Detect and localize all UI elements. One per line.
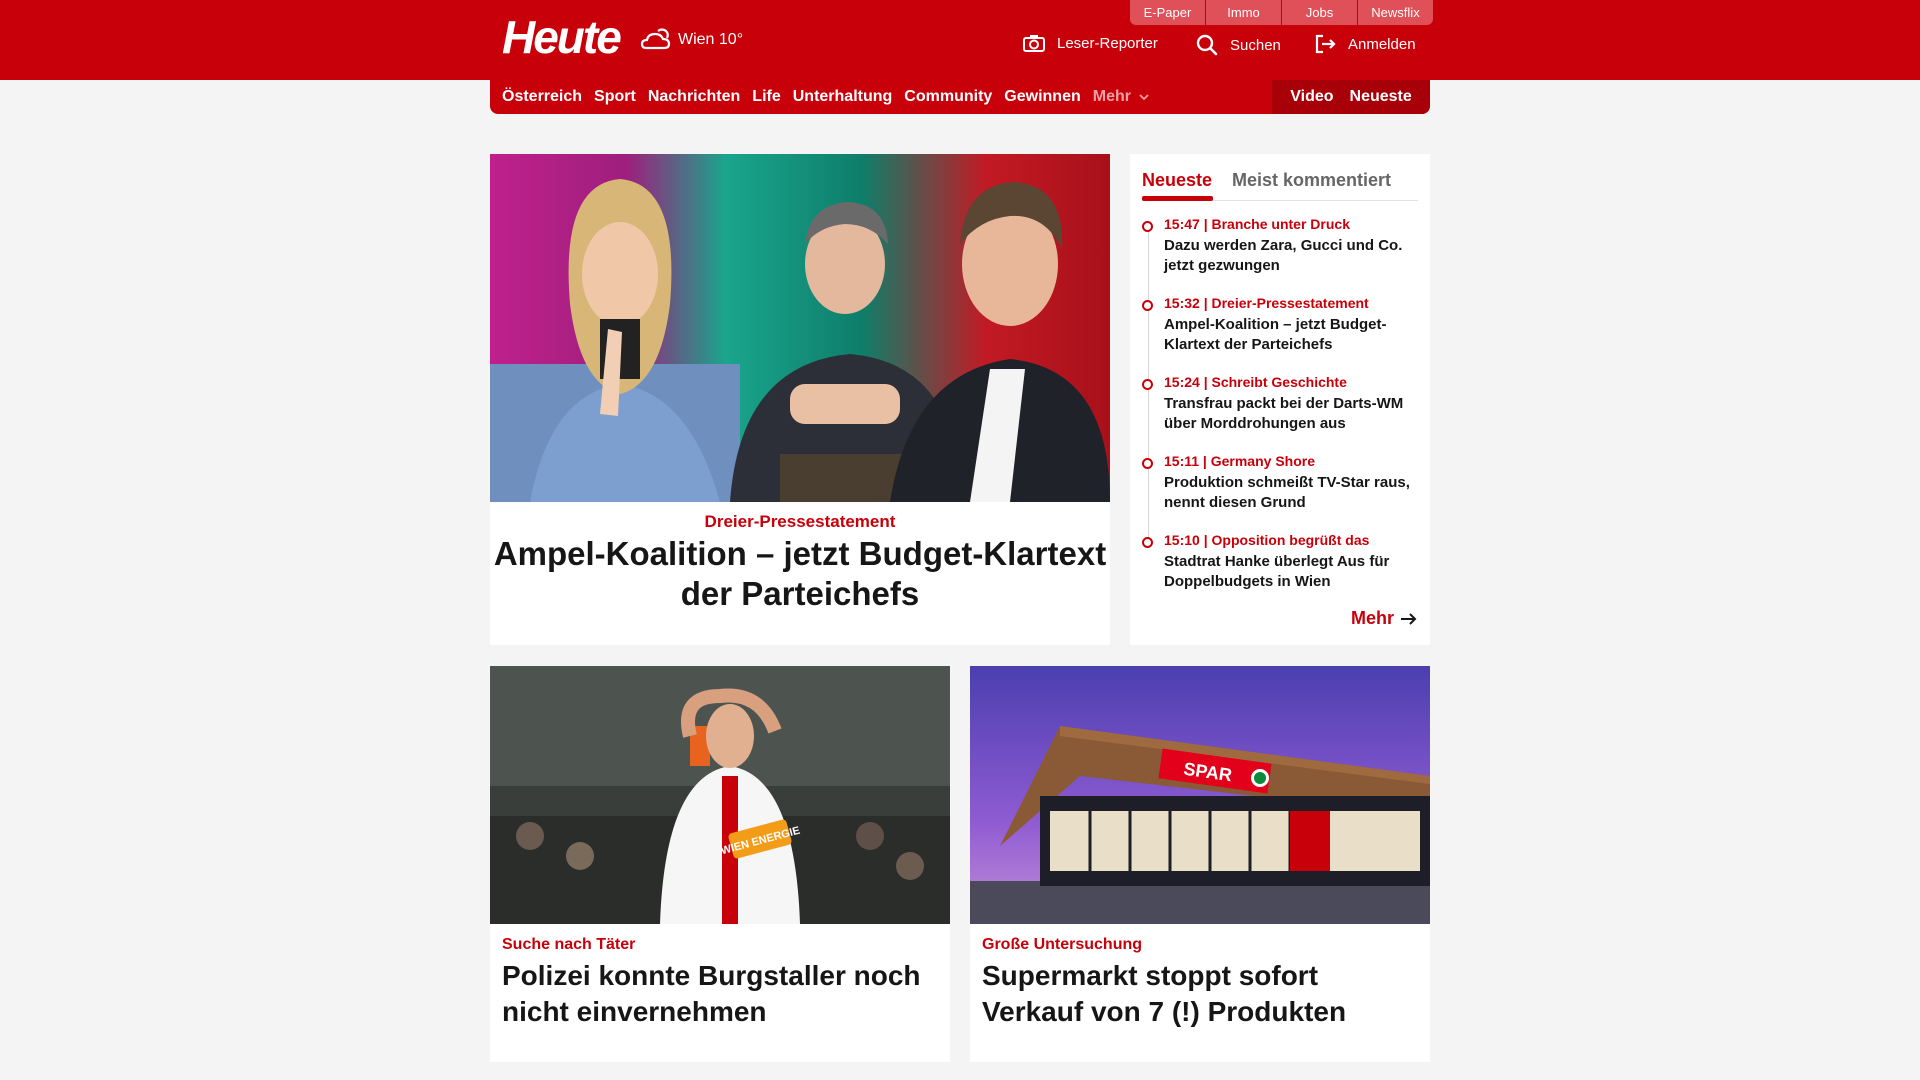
weather-label: Wien 10° [678, 31, 744, 48]
service-bar: E-Paper Immo Jobs Newsflix [1130, 0, 1433, 25]
news-ticker-sidebar: Neueste Meist kommentiert 15:47 | Branch… [1130, 154, 1430, 645]
sidebar-more-label: Mehr [1350, 608, 1394, 628]
nav-item-life[interactable]: Life [752, 88, 780, 106]
article-title[interactable]: Supermarkt stoppt sofort Verkauf von 7 (… [982, 958, 1422, 1030]
ticker-meta: 15:47 | Branche unter Druck [1164, 216, 1350, 232]
ticker-title[interactable]: Produktion schmeißt TV-Star raus, nennt … [1164, 473, 1424, 513]
timeline-dot-icon [1142, 221, 1153, 232]
topbar-link-jobs[interactable]: Jobs [1282, 0, 1357, 25]
active-tab-indicator [1142, 196, 1213, 201]
login-button[interactable]: Anmelden [1314, 34, 1416, 54]
weather-widget[interactable]: Wien 10° [640, 26, 743, 54]
leser-reporter-label: Leser-Reporter [1057, 34, 1158, 52]
hero-image [490, 154, 1110, 502]
hero-kicker: Dreier-Pressestatement [704, 512, 896, 531]
site-logo[interactable]: Heute [502, 12, 622, 62]
nav-item-nachrichten[interactable]: Nachrichten [648, 88, 740, 106]
camera-icon [1023, 35, 1045, 52]
topbar-link-newsflix[interactable]: Newsflix [1358, 0, 1433, 25]
timeline-dot-icon [1142, 300, 1153, 311]
topbar-link-immo[interactable]: Immo [1206, 0, 1281, 25]
leser-reporter-link[interactable]: Leser-Reporter [1023, 34, 1158, 52]
sidebar-more-link[interactable]: Mehr [1351, 608, 1418, 629]
article-title[interactable]: Polizei konnte Burgstaller noch nicht ei… [502, 958, 942, 1030]
login-icon [1315, 34, 1336, 54]
nav-item-unterhaltung[interactable]: Unterhaltung [793, 88, 893, 106]
search-button[interactable]: Suchen [1196, 34, 1281, 56]
nav-item-gewinnen[interactable]: Gewinnen [1004, 88, 1080, 106]
site-header: E-Paper Immo Jobs Newsflix Heute Wien 10… [0, 0, 1920, 80]
nav-right-group: Video Neueste [1272, 80, 1430, 114]
arrow-right-icon [1401, 612, 1417, 625]
chevron-down-icon [1139, 94, 1150, 101]
nav-more-dropdown[interactable]: Mehr [1093, 88, 1150, 106]
tab-meist-kommentiert[interactable]: Meist kommentiert [1232, 170, 1391, 191]
nav-item-oesterreich[interactable]: Österreich [502, 88, 582, 106]
search-icon [1196, 34, 1218, 56]
article-image: SPAR [970, 666, 1430, 924]
nav-more-label: Mehr [1092, 88, 1131, 105]
ticker-meta: 15:24 | Schreibt Geschichte [1164, 374, 1347, 390]
timeline-dot-icon [1142, 537, 1153, 548]
nav-item-community[interactable]: Community [904, 88, 992, 106]
ticker-meta: 15:32 | Dreier-Pressestatement [1164, 295, 1369, 311]
hero-article[interactable]: Dreier-Pressestatement Ampel-Koalition –… [490, 154, 1110, 645]
article-card[interactable]: WIEN ENERGIE Suche nach Täter Polizei ko… [490, 666, 950, 1062]
ticker-title[interactable]: Ampel-Koalition – jetzt Budget-Klartext … [1164, 315, 1424, 355]
tab-neueste[interactable]: Neueste [1142, 170, 1212, 191]
ticker-title[interactable]: Dazu werden Zara, Gucci und Co. jetzt ge… [1164, 236, 1424, 276]
login-label: Anmelden [1348, 35, 1416, 53]
article-card[interactable]: SPAR Große Untersuchung Supermarkt stopp… [970, 666, 1430, 1062]
ticker-meta: 15:10 | Opposition begrüßt das [1164, 532, 1370, 548]
ticker-title[interactable]: Transfrau packt bei der Darts-WM über Mo… [1164, 394, 1424, 434]
ticker-meta: 15:11 | Germany Shore [1164, 453, 1315, 469]
nav-item-neueste[interactable]: Neueste [1350, 88, 1412, 106]
sidebar-tabs: Neueste Meist kommentiert [1142, 162, 1418, 201]
hero-title[interactable]: Ampel-Koalition – jetzt Budget-Klartext … [490, 534, 1110, 614]
nav-item-video[interactable]: Video [1290, 88, 1333, 106]
timeline-dot-icon [1142, 379, 1153, 390]
ticker-title[interactable]: Stadtrat Hanke überlegt Aus für Doppelbu… [1164, 552, 1424, 592]
main-nav: Österreich Sport Nachrichten Life Unterh… [490, 80, 1430, 114]
topbar-link-epaper[interactable]: E-Paper [1130, 0, 1205, 25]
timeline-dot-icon [1142, 458, 1153, 469]
article-kicker: Große Untersuchung [982, 936, 1143, 953]
article-image: WIEN ENERGIE [490, 666, 950, 924]
search-label: Suchen [1230, 36, 1281, 54]
article-kicker: Suche nach Täter [502, 936, 636, 953]
nav-item-sport[interactable]: Sport [594, 88, 636, 106]
cloud-sun-icon [640, 28, 671, 50]
